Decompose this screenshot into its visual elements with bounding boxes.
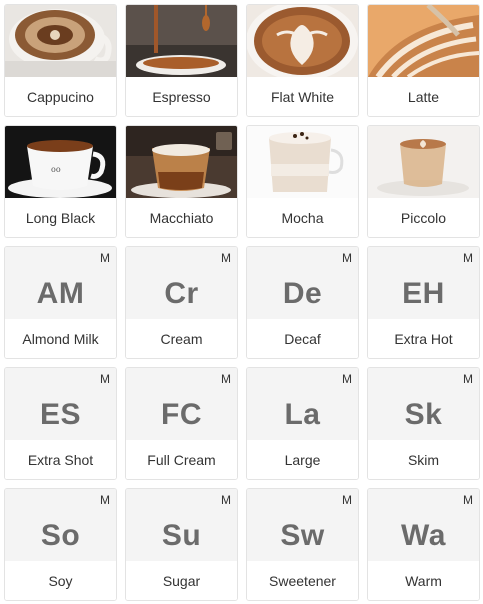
modifier-flag: M: [463, 372, 473, 386]
modifier-flag: M: [342, 372, 352, 386]
modifier-flag: M: [100, 372, 110, 386]
macchiato-photo: [126, 126, 237, 198]
modifier-label: Sugar: [126, 561, 237, 600]
drink-tile-macchiato[interactable]: Macchiato: [125, 125, 238, 238]
modifier-label: Cream: [126, 319, 237, 358]
drink-label: Cappucino: [5, 77, 116, 116]
drink-label: Macchiato: [126, 198, 237, 237]
drink-label: Latte: [368, 77, 479, 116]
modifier-tile-extra-hot[interactable]: EH M Extra Hot: [367, 246, 480, 359]
modifier-code: Sw: [280, 519, 325, 552]
modifier-label: Almond Milk: [5, 319, 116, 358]
modifier-flag: M: [463, 493, 473, 507]
modifier-flag: M: [221, 372, 231, 386]
modifier-code: Wa: [401, 519, 446, 552]
modifier-label: Sweetener: [247, 561, 358, 600]
modifier-flag: M: [221, 493, 231, 507]
modifier-code: FC: [161, 398, 202, 431]
drink-tile-espresso[interactable]: Espresso: [125, 4, 238, 117]
latte-photo: [368, 5, 479, 77]
modifier-tile-cream[interactable]: Cr M Cream: [125, 246, 238, 359]
drink-tile-cappucino[interactable]: Cappucino: [4, 4, 117, 117]
drink-label: Espresso: [126, 77, 237, 116]
modifier-code: Sk: [404, 398, 443, 431]
drink-tile-flat-white[interactable]: Flat White: [246, 4, 359, 117]
modifier-flag: M: [342, 251, 352, 265]
modifier-label: Extra Hot: [368, 319, 479, 358]
drink-tile-latte[interactable]: Latte: [367, 4, 480, 117]
drink-label: Piccolo: [368, 198, 479, 237]
drink-label: Flat White: [247, 77, 358, 116]
modifier-flag: M: [463, 251, 473, 265]
espresso-photo: [126, 5, 237, 77]
drink-label: Long Black: [5, 198, 116, 237]
flat-white-photo: [247, 5, 358, 77]
modifier-label: Full Cream: [126, 440, 237, 479]
drink-tile-piccolo[interactable]: Piccolo: [367, 125, 480, 238]
piccolo-photo: [368, 126, 479, 198]
modifier-label: Skim: [368, 440, 479, 479]
modifier-code: ES: [39, 398, 82, 431]
modifier-flag: M: [100, 251, 110, 265]
modifier-tile-sweetener[interactable]: Sw M Sweetener: [246, 488, 359, 601]
drink-label: Mocha: [247, 198, 358, 237]
modifier-label: Decaf: [247, 319, 358, 358]
drink-tile-long-black[interactable]: oo Long Black: [4, 125, 117, 238]
modifier-flag: M: [221, 251, 231, 265]
modifier-code: Su: [161, 519, 202, 552]
modifier-label: Large: [247, 440, 358, 479]
modifier-tile-decaf[interactable]: De M Decaf: [246, 246, 359, 359]
modifier-tile-almond-milk[interactable]: AM M Almond Milk: [4, 246, 117, 359]
modifier-tile-extra-shot[interactable]: ES M Extra Shot: [4, 367, 117, 480]
mocha-photo: [247, 126, 358, 198]
svg-text:oo: oo: [51, 165, 61, 174]
modifier-label: Soy: [5, 561, 116, 600]
modifier-code: So: [40, 519, 81, 552]
modifier-label: Extra Shot: [5, 440, 116, 479]
modifier-tile-skim[interactable]: Sk M Skim: [367, 367, 480, 480]
modifier-tile-sugar[interactable]: Su M Sugar: [125, 488, 238, 601]
modifier-flag: M: [100, 493, 110, 507]
modifier-tile-soy[interactable]: So M Soy: [4, 488, 117, 601]
modifier-flag: M: [342, 493, 352, 507]
drink-tile-mocha[interactable]: Mocha: [246, 125, 359, 238]
modifier-code: De: [282, 277, 323, 310]
modifier-code: EH: [402, 277, 445, 310]
modifier-code: AM: [36, 277, 85, 310]
modifier-code: Cr: [164, 277, 199, 310]
modifier-tile-large[interactable]: La M Large: [246, 367, 359, 480]
product-grid: Cappucino Espresso Flat White Latte oo L…: [0, 0, 483, 604]
cappuccino-photo: [5, 5, 116, 77]
modifier-code: La: [284, 398, 321, 431]
modifier-tile-warm[interactable]: Wa M Warm: [367, 488, 480, 601]
modifier-tile-full-cream[interactable]: FC M Full Cream: [125, 367, 238, 480]
modifier-label: Warm: [368, 561, 479, 600]
long-black-photo: oo: [5, 126, 116, 198]
